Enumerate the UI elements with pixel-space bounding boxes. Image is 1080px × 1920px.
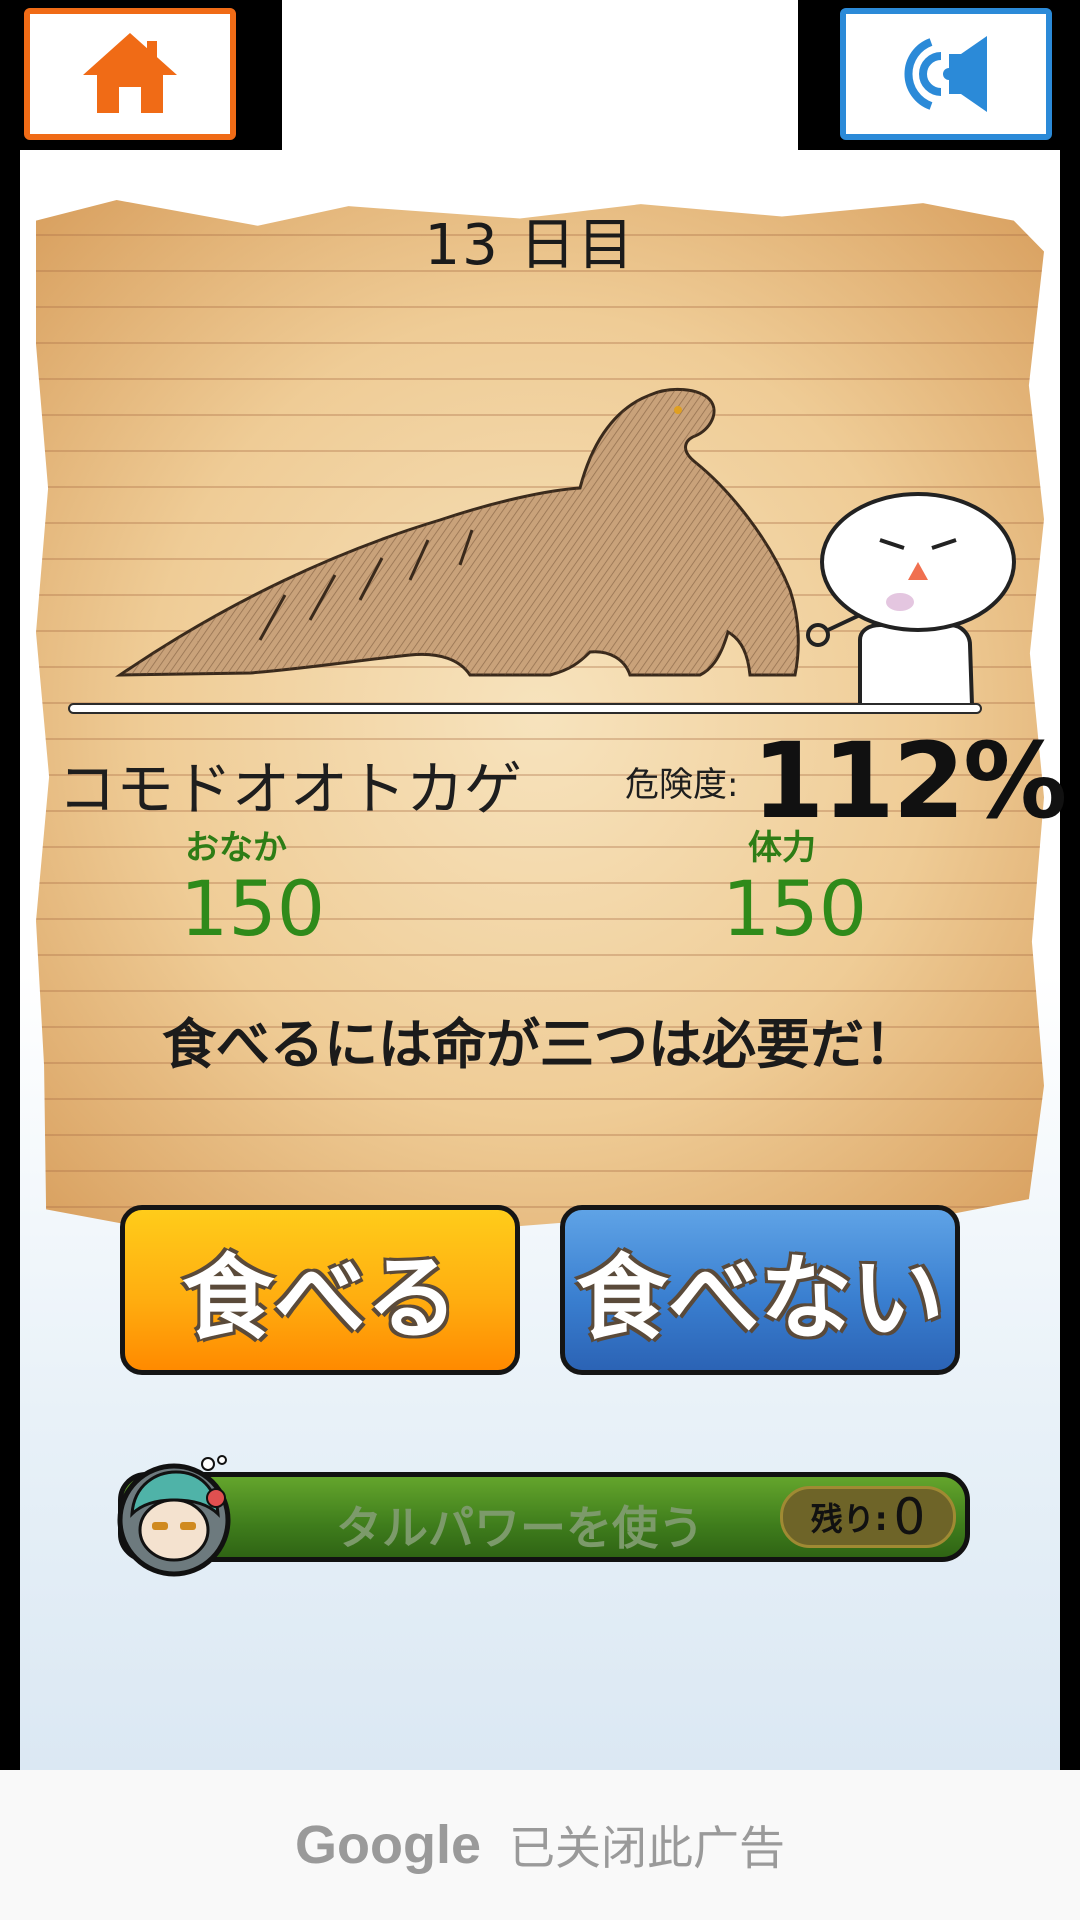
day-counter: 13 日目 xyxy=(424,213,636,278)
komodo-dragon-illustration xyxy=(115,387,800,677)
ad-closed-text: 已关闭此广告 xyxy=(509,1821,785,1875)
remaining-label: 残り: xyxy=(810,1500,888,1538)
use-power-label: タルパワーを使う xyxy=(336,1501,704,1555)
stamina-label: 体力 xyxy=(748,828,816,868)
dont-eat-button[interactable]: 食べない xyxy=(560,1205,960,1375)
animal-name: コモドオオトカゲ xyxy=(58,755,523,823)
ground-line xyxy=(70,705,980,712)
remaining-counter: 残り: 0 xyxy=(780,1486,956,1548)
remaining-value: 0 xyxy=(893,1488,926,1546)
header-title-area xyxy=(283,5,797,150)
ad-banner: Google 已关闭此广告 xyxy=(0,1770,1080,1920)
home-icon xyxy=(83,33,177,113)
sound-button[interactable] xyxy=(840,8,1052,140)
ad-logo: Google xyxy=(295,1815,481,1875)
character-avatar-icon xyxy=(117,1455,231,1577)
speaker-icon xyxy=(904,36,987,112)
hunger-label: おなか xyxy=(185,828,287,868)
hunger-value: 150 xyxy=(180,864,326,953)
danger-label: 危険度: xyxy=(625,765,739,805)
home-button[interactable] xyxy=(24,8,236,140)
stamina-value: 150 xyxy=(722,864,868,953)
mascot-character xyxy=(806,492,1016,707)
eat-button[interactable]: 食べる xyxy=(120,1205,520,1375)
advice-message: 食べるには命が三つは必要だ！ xyxy=(162,1013,918,1076)
